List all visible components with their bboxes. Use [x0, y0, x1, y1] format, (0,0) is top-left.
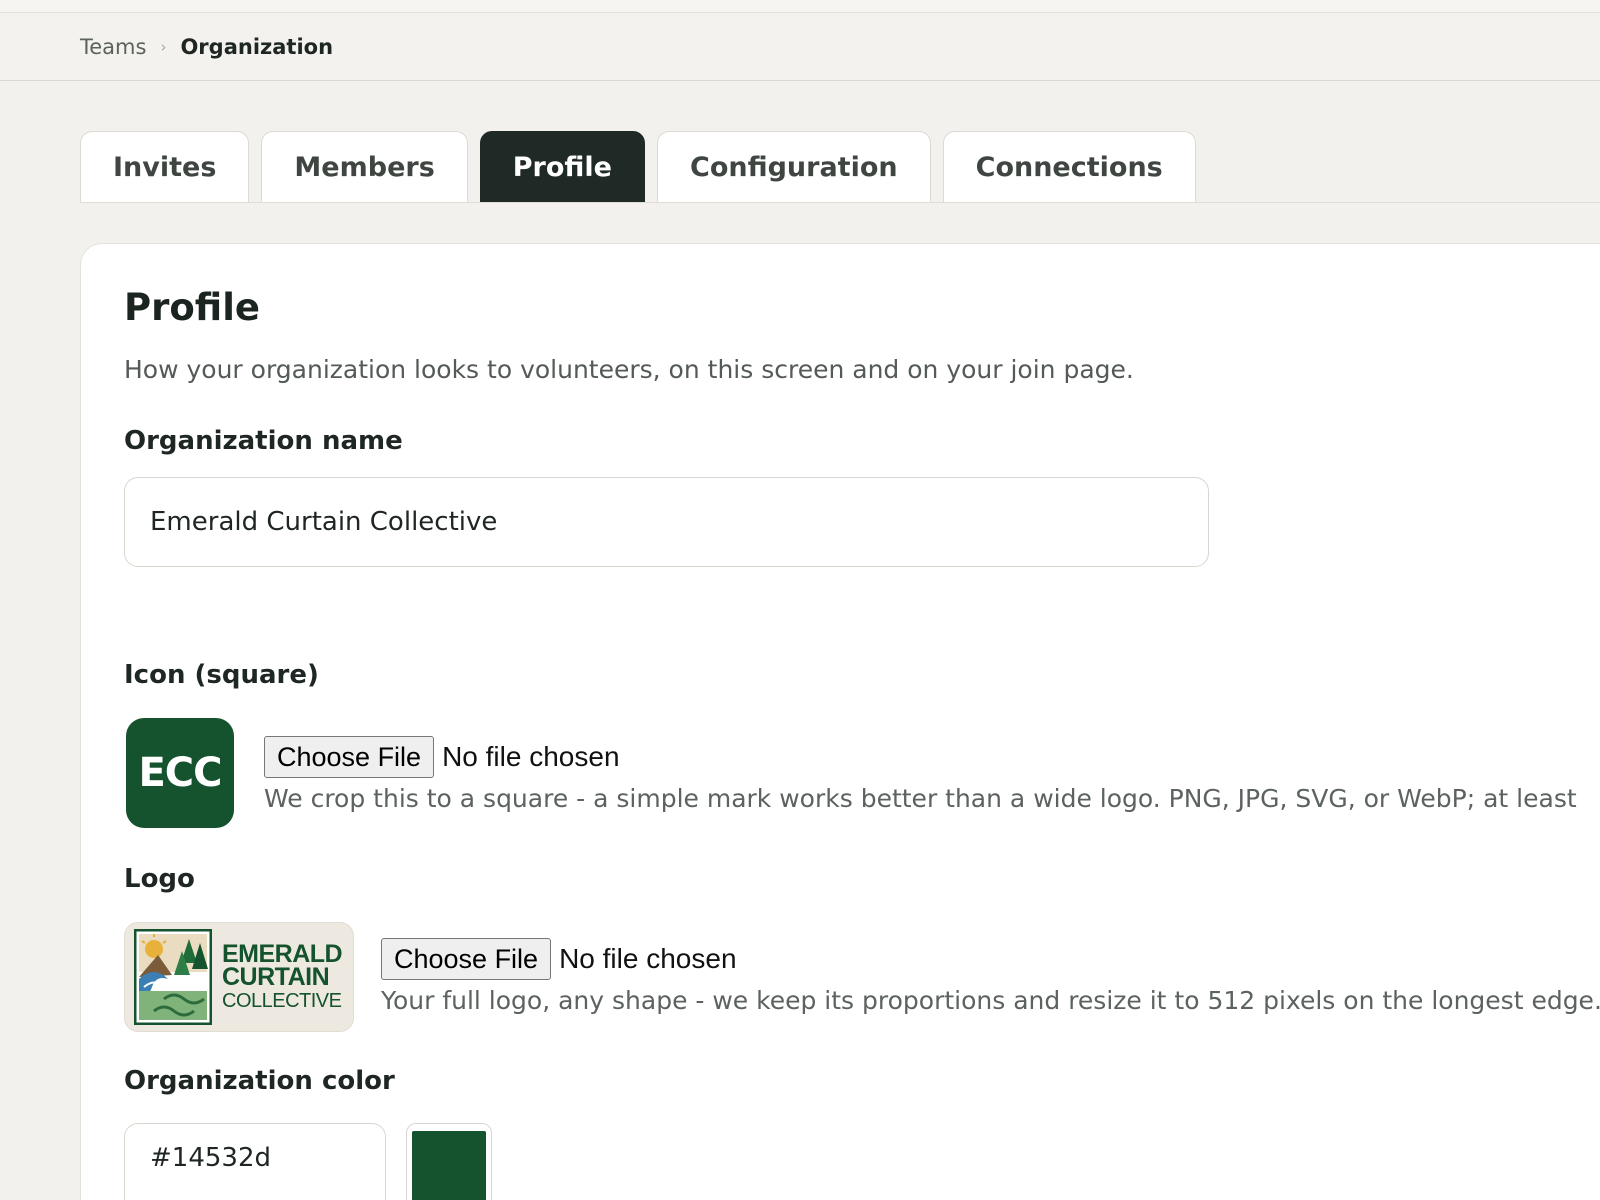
top-strip: [0, 0, 1600, 13]
tab-members[interactable]: Members: [261, 131, 468, 203]
tabs-divider: [80, 202, 1600, 203]
tab-connections[interactable]: Connections: [942, 131, 1196, 203]
tab-bar: Invites Members Profile Configuration Co…: [80, 131, 1196, 203]
page: Teams › Organization Invites Members Pro…: [0, 0, 1600, 1200]
breadcrumb-separator-icon: ›: [160, 37, 167, 56]
breadcrumb: Teams › Organization: [0, 13, 1600, 81]
icon-hint: We crop this to a square - a simple mark…: [264, 784, 1577, 813]
breadcrumb-teams-link[interactable]: Teams: [80, 35, 146, 59]
section-description: How your organization looks to volunteer…: [124, 355, 1134, 384]
organization-name-label: Organization name: [124, 426, 403, 456]
logo-wordmark: EMERALD CURTAIN COLLECTIVE: [222, 942, 343, 1013]
tab-invites[interactable]: Invites: [80, 131, 250, 203]
organization-icon-preview: ECC: [126, 718, 234, 828]
organization-icon-text: ECC: [138, 750, 222, 796]
breadcrumb-current: Organization: [180, 34, 334, 59]
logo-preview: EMERALD CURTAIN COLLECTIVE: [124, 922, 354, 1032]
icon-choose-file-button[interactable]: Choose File: [264, 736, 435, 778]
organization-color-input[interactable]: [124, 1123, 386, 1200]
organization-color-swatch[interactable]: [406, 1123, 492, 1200]
logo-line-2: CURTAIN: [222, 963, 330, 992]
icon-label: Icon (square): [124, 660, 319, 690]
logo-label: Logo: [124, 864, 195, 894]
color-swatch-fill: [412, 1131, 486, 1200]
landscape-logo-icon: [134, 929, 212, 1025]
logo-file-status: No file chosen: [559, 943, 737, 974]
icon-file-status: No file chosen: [442, 741, 620, 772]
profile-card: [80, 243, 1600, 1200]
logo-choose-file-button[interactable]: Choose File: [381, 938, 552, 980]
tab-configuration[interactable]: Configuration: [657, 131, 931, 203]
section-title: Profile: [124, 286, 260, 329]
icon-file-input: Choose File No file chosen: [264, 736, 620, 778]
organization-name-input[interactable]: [124, 477, 1209, 567]
tab-profile[interactable]: Profile: [479, 131, 645, 203]
logo-file-input: Choose File No file chosen: [381, 938, 737, 980]
organization-color-label: Organization color: [124, 1066, 395, 1096]
logo-line-3: COLLECTIVE: [222, 990, 342, 1013]
logo-hint: Your full logo, any shape - we keep its …: [381, 986, 1600, 1015]
